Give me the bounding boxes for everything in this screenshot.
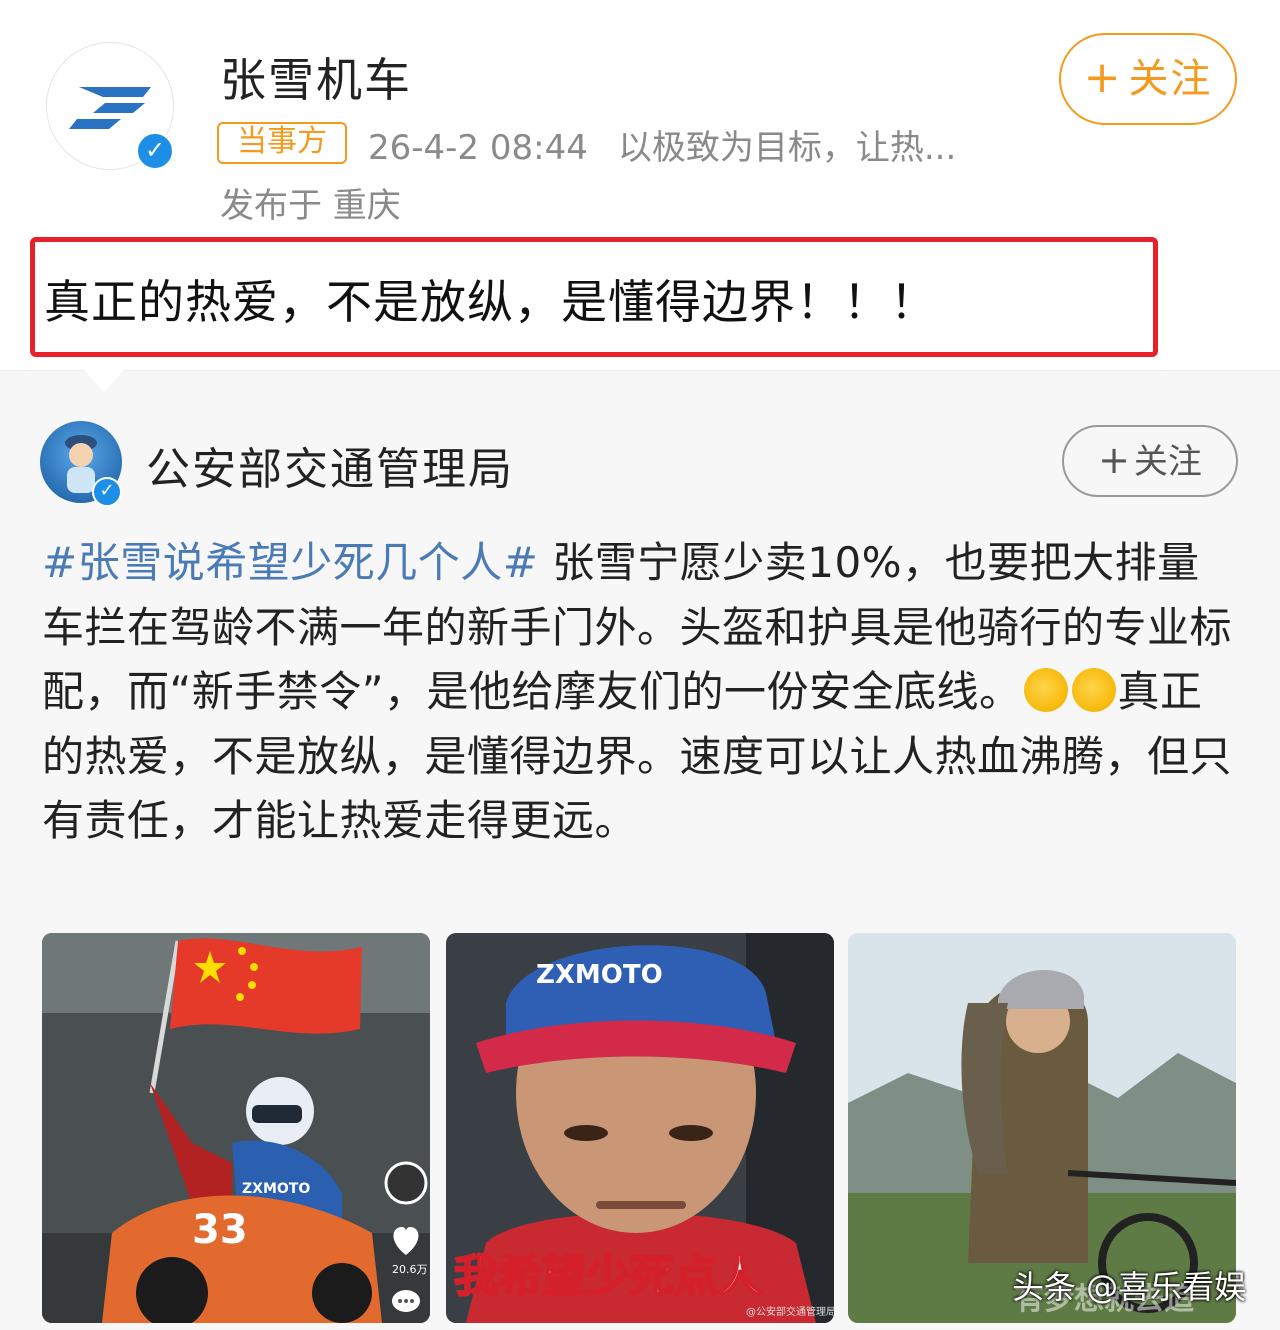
image-caption: 我希望少死点人 (454, 1251, 762, 1302)
watermark: 头条 @喜乐看娱 (1012, 1268, 1247, 1306)
image-credit: @公安部交通管理局 (746, 1305, 834, 1318)
post-meta: 26-4-2 08:44 以极致为目标，让热... (368, 120, 956, 169)
plus-icon: + (1083, 52, 1123, 103)
repost-body: #张雪说希望少死几个人# 张雪宁愿少卖10%，也要把大排量车拦在驾龄不满一年的新… (42, 531, 1242, 854)
svg-text:33: 33 (192, 1207, 248, 1253)
like-count: 20.6万 (392, 1263, 428, 1276)
post-image-2[interactable]: ZXMOTO 我希望少死点人 @公安部交通管理局 (446, 933, 834, 1323)
post-image-1[interactable]: 33 ZXMOTO 20.6万 (42, 933, 430, 1323)
comment-icon[interactable] (392, 1290, 420, 1312)
post-location: 发布于 重庆 (220, 186, 401, 226)
hashtag-link[interactable]: #张雪说希望少死几个人# (42, 538, 538, 587)
cap-text: ZXMOTO (536, 960, 663, 990)
repost-notch (84, 370, 124, 392)
plus-icon: + (1098, 438, 1130, 482)
helmet-text: ZXMOTO (242, 1181, 310, 1197)
post-source[interactable]: 以极致为目标，让热... (618, 128, 956, 168)
follow-label: 关注 (1128, 56, 1213, 102)
emoji-icon (1071, 668, 1116, 712)
repost-card[interactable]: ✓ 公安部交通管理局 + 关注 #张雪说希望少死几个人# 张雪宁愿少卖10%，也要… (0, 370, 1280, 1330)
repost-follow-button[interactable]: + 关注 (1062, 425, 1238, 497)
follow-label: 关注 (1133, 442, 1202, 482)
follow-button[interactable]: + 关注 (1059, 33, 1237, 125)
role-badge: 当事方 (217, 122, 347, 164)
verified-icon: ✓ (92, 477, 122, 507)
post-headline: 真正的热爱，不是放纵，是懂得边界！！！ (44, 275, 937, 329)
emoji-icon (1023, 668, 1068, 712)
post-timestamp: 26-4-2 08:44 (368, 128, 588, 168)
repost-account-name[interactable]: 公安部交通管理局 (146, 433, 514, 497)
account-name[interactable]: 张雪机车 (220, 44, 412, 110)
account-avatar[interactable]: ✓ (46, 42, 175, 171)
verified-icon: ✓ (135, 131, 175, 171)
